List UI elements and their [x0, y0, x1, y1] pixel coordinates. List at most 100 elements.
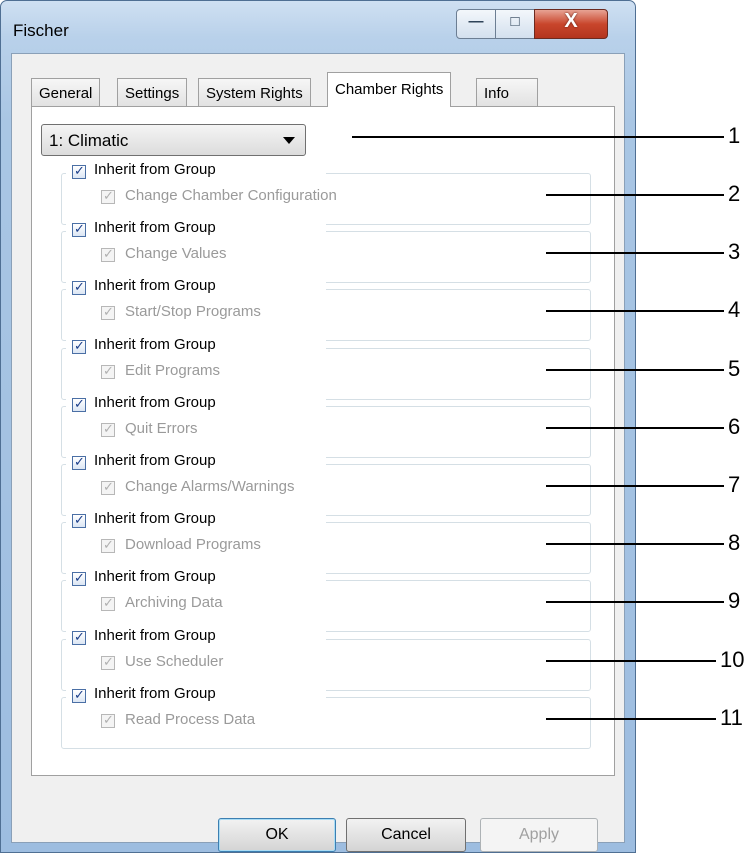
- callout-number: 11: [720, 704, 743, 730]
- callout-line: [546, 485, 724, 487]
- inherit-from-group-checkbox[interactable]: ✓: [72, 512, 86, 529]
- tab-system-rights[interactable]: System Rights: [198, 78, 311, 106]
- callout-number: 10: [720, 646, 745, 672]
- close-button[interactable]: X: [534, 9, 608, 39]
- callout-number: 5: [728, 355, 741, 381]
- callout-number: 2: [728, 181, 741, 206]
- chamber-select[interactable]: 1: Climatic: [41, 124, 306, 156]
- inherit-from-group-checkbox[interactable]: ✓: [72, 570, 86, 587]
- checkmark-icon: ✓: [103, 304, 114, 320]
- minimize-button[interactable]: —: [456, 9, 496, 39]
- callout-line: [352, 136, 724, 138]
- right-label: Start/Stop Programs: [125, 303, 261, 321]
- checkmark-icon: ✓: [103, 420, 114, 436]
- apply-button[interactable]: Apply: [480, 818, 598, 852]
- checkmark-icon: ✓: [103, 711, 114, 727]
- checkmark-icon: ✓: [74, 570, 85, 586]
- dialog-client-area: General Settings System Rights Chamber R…: [11, 53, 625, 852]
- right-checkbox[interactable]: ✓: [101, 246, 115, 263]
- callout-number: 6: [728, 413, 741, 439]
- inherit-from-group-checkbox[interactable]: ✓: [72, 454, 86, 470]
- inherit-from-group-label: Inherit from Group: [94, 335, 216, 353]
- inherit-from-group-checkbox[interactable]: ✓: [72, 686, 86, 703]
- callout-number: 8: [728, 530, 741, 556]
- inherit-from-group-label: Inherit from Group: [94, 452, 216, 469]
- close-icon: X: [564, 10, 578, 32]
- callout-line: [546, 543, 724, 546]
- right-label: Quit Errors: [125, 419, 198, 437]
- checkmark-icon: ✓: [74, 337, 85, 353]
- checkmark-icon: ✓: [74, 221, 85, 237]
- checkmark-icon: ✓: [103, 653, 114, 669]
- callout-number: 4: [728, 297, 741, 323]
- chamber-rights-panel: 1: Climatic ✓ Inherit from Group ✓ Change C…: [31, 106, 615, 776]
- checkmark-icon: ✓: [74, 512, 85, 528]
- tab-settings[interactable]: Settings: [117, 78, 188, 106]
- checkmark-icon: ✓: [103, 188, 114, 203]
- inherit-from-group-checkbox[interactable]: ✓: [72, 337, 86, 354]
- callout-line: [546, 252, 724, 255]
- callout-line: [546, 194, 724, 196]
- right-label: Use Scheduler: [125, 652, 224, 670]
- callout-line: [546, 717, 716, 720]
- right-label: Read Process Data: [125, 710, 256, 728]
- chamber-select-value: 1: Climatic: [49, 131, 129, 150]
- callout-line: [546, 426, 724, 429]
- right-label: Change Chamber Configuration: [125, 187, 337, 204]
- callout-line: [546, 659, 716, 662]
- callout-line: [546, 368, 724, 371]
- inherit-from-group-label: Inherit from Group: [94, 393, 216, 411]
- right-label: Change Values: [125, 245, 227, 263]
- right-label: Change Alarms/Warnings: [125, 478, 295, 495]
- minimize-icon: —: [468, 13, 484, 30]
- right-label: Archiving Data: [125, 594, 223, 612]
- checkmark-icon: ✓: [74, 628, 85, 644]
- callout-line: [546, 310, 724, 313]
- tab-general[interactable]: General: [31, 78, 101, 106]
- maximize-button[interactable]: □: [495, 9, 535, 39]
- checkmark-icon: ✓: [74, 163, 85, 178]
- inherit-from-group-checkbox[interactable]: ✓: [72, 163, 86, 179]
- ok-button[interactable]: OK: [218, 818, 336, 852]
- right-checkbox[interactable]: ✓: [101, 479, 115, 495]
- callout-number: 7: [728, 472, 741, 497]
- checkmark-icon: ✓: [74, 395, 85, 411]
- tab-info[interactable]: Info: [476, 78, 538, 106]
- inherit-from-group-label: Inherit from Group: [94, 684, 216, 702]
- right-checkbox[interactable]: ✓: [101, 653, 115, 670]
- checkmark-icon: ✓: [74, 279, 85, 295]
- right-checkbox[interactable]: ✓: [101, 537, 115, 554]
- inherit-from-group-checkbox[interactable]: ✓: [72, 395, 86, 412]
- inherit-from-group-label: Inherit from Group: [94, 626, 216, 644]
- inherit-from-group-checkbox[interactable]: ✓: [72, 628, 86, 645]
- checkmark-icon: ✓: [103, 537, 114, 553]
- checkmark-icon: ✓: [74, 454, 85, 469]
- callout-number: 3: [728, 239, 741, 265]
- inherit-from-group-label: Inherit from Group: [94, 568, 216, 586]
- right-checkbox[interactable]: ✓: [101, 363, 115, 379]
- inherit-from-group-label: Inherit from Group: [94, 219, 216, 237]
- right-checkbox[interactable]: ✓: [101, 304, 115, 321]
- checkmark-icon: ✓: [103, 595, 114, 611]
- inherit-from-group-label: Inherit from Group: [94, 510, 216, 528]
- right-checkbox[interactable]: ✓: [101, 711, 115, 728]
- callout-number: 1: [728, 123, 741, 148]
- checkmark-icon: ✓: [103, 246, 114, 262]
- right-checkbox[interactable]: ✓: [101, 595, 115, 612]
- chevron-down-icon: [283, 137, 295, 144]
- right-checkbox[interactable]: ✓: [101, 188, 115, 204]
- tab-chamber-rights[interactable]: Chamber Rights: [327, 72, 452, 107]
- callout-number: 9: [728, 588, 741, 614]
- inherit-from-group-checkbox[interactable]: ✓: [72, 279, 86, 296]
- inherit-from-group-checkbox[interactable]: ✓: [72, 221, 86, 238]
- checkmark-icon: ✓: [74, 686, 85, 702]
- right-label: Edit Programs: [125, 361, 221, 379]
- inherit-from-group-label: Inherit from Group: [94, 161, 216, 178]
- right-label: Download Programs: [125, 536, 261, 554]
- window-title: Fischer: [13, 21, 69, 40]
- right-checkbox[interactable]: ✓: [101, 420, 115, 437]
- maximize-icon: □: [510, 13, 520, 30]
- dialog-window: Fischer — □ X General Settings System Ri…: [0, 0, 636, 853]
- cancel-button[interactable]: Cancel: [346, 818, 466, 852]
- checkmark-icon: ✓: [103, 479, 114, 494]
